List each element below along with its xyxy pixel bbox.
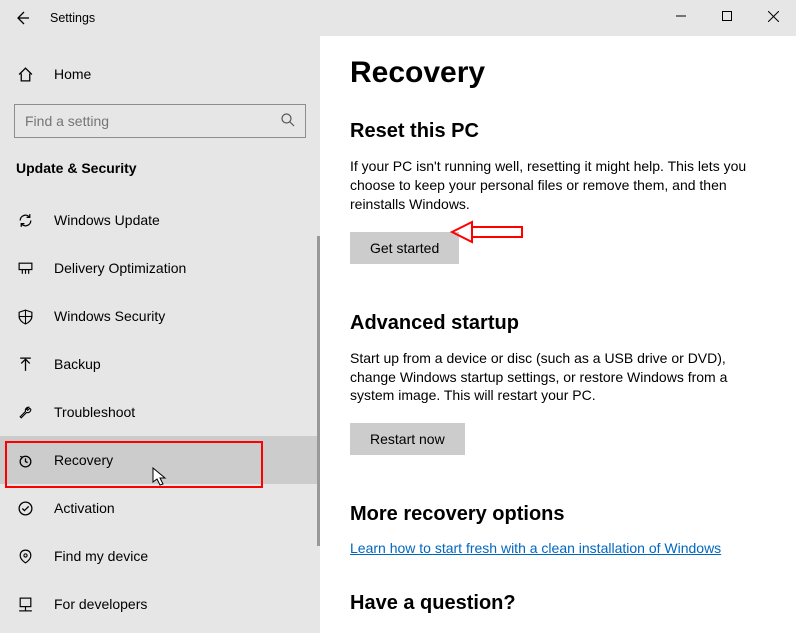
- sidebar-category: Update & Security: [0, 160, 320, 176]
- section-advanced: Advanced startup Start up from a device …: [350, 312, 766, 456]
- reset-body: If your PC isn't running well, resetting…: [350, 157, 766, 214]
- shield-icon: [16, 308, 34, 325]
- title-bar: Settings: [0, 0, 796, 36]
- restart-now-button[interactable]: Restart now: [350, 423, 465, 455]
- sidebar-item-label: Windows Security: [54, 308, 165, 324]
- sidebar-item-activation[interactable]: Activation: [0, 484, 320, 532]
- section-question: Have a question?: [350, 592, 766, 615]
- home-icon: [16, 66, 34, 83]
- sidebar-item-label: Find my device: [54, 548, 148, 564]
- sidebar-item-find-my-device[interactable]: Find my device: [0, 532, 320, 580]
- close-button[interactable]: [750, 0, 796, 32]
- content-pane: Recovery Reset this PC If your PC isn't …: [320, 36, 796, 633]
- advanced-body: Start up from a device or disc (such as …: [350, 349, 766, 406]
- locate-icon: [16, 548, 34, 565]
- sidebar-item-recovery[interactable]: Recovery: [0, 436, 320, 484]
- sidebar-home[interactable]: Home: [0, 54, 320, 94]
- section-reset: Reset this PC If your PC isn't running w…: [350, 120, 766, 264]
- sidebar-item-label: For developers: [54, 596, 147, 612]
- sidebar-item-label: Troubleshoot: [54, 404, 135, 420]
- search-icon: [280, 112, 296, 131]
- get-started-button[interactable]: Get started: [350, 232, 459, 264]
- sidebar-nav: Windows Update Delivery Optimization Win…: [0, 196, 320, 628]
- window-title: Settings: [50, 11, 95, 25]
- reset-heading: Reset this PC: [350, 120, 766, 143]
- developer-icon: [16, 596, 34, 613]
- sidebar-item-troubleshoot[interactable]: Troubleshoot: [0, 388, 320, 436]
- back-button[interactable]: [0, 0, 44, 36]
- sidebar-item-label: Activation: [54, 500, 115, 516]
- recovery-icon: [16, 452, 34, 469]
- more-heading: More recovery options: [350, 503, 766, 526]
- delivery-icon: [16, 260, 34, 277]
- advanced-heading: Advanced startup: [350, 312, 766, 335]
- sidebar: Home Update & Security Windows Update De…: [0, 36, 320, 633]
- backup-icon: [16, 356, 34, 373]
- wrench-icon: [16, 404, 34, 421]
- sync-icon: [16, 212, 34, 229]
- section-more: More recovery options Learn how to start…: [350, 503, 766, 556]
- sidebar-item-label: Recovery: [54, 452, 113, 468]
- sidebar-item-delivery-optimization[interactable]: Delivery Optimization: [0, 244, 320, 292]
- sidebar-item-label: Delivery Optimization: [54, 260, 186, 276]
- maximize-button[interactable]: [704, 0, 750, 32]
- home-label: Home: [54, 66, 91, 82]
- check-circle-icon: [16, 500, 34, 517]
- sidebar-item-for-developers[interactable]: For developers: [0, 580, 320, 628]
- sidebar-item-windows-update[interactable]: Windows Update: [0, 196, 320, 244]
- minimize-button[interactable]: [658, 0, 704, 32]
- search-input[interactable]: [14, 104, 306, 138]
- sidebar-item-windows-security[interactable]: Windows Security: [0, 292, 320, 340]
- fresh-install-link[interactable]: Learn how to start fresh with a clean in…: [350, 540, 721, 556]
- sidebar-item-label: Windows Update: [54, 212, 160, 228]
- sidebar-item-label: Backup: [54, 356, 101, 372]
- sidebar-scrollbar[interactable]: [317, 236, 320, 546]
- page-title: Recovery: [350, 56, 766, 90]
- sidebar-item-backup[interactable]: Backup: [0, 340, 320, 388]
- question-heading: Have a question?: [350, 592, 766, 615]
